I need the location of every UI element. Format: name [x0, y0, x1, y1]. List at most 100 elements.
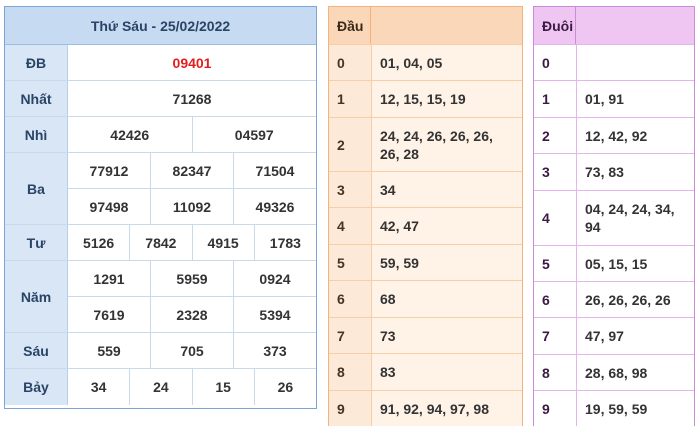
prize-line: 71268: [68, 81, 316, 116]
dau-numbers: 91, 92, 94, 97, 98: [371, 391, 522, 426]
prize-label: Nhất: [5, 81, 68, 116]
prize-row: Bảy 34 24 15 26: [5, 369, 316, 405]
duoi-digit: 2: [534, 118, 576, 153]
prize-numbers: 34 24 15 26: [68, 369, 316, 405]
prize-number: 34: [90, 379, 107, 395]
dau-row: 3 34: [329, 171, 522, 207]
duoi-numbers: 28, 68, 98: [576, 355, 694, 390]
prize-row: Nhì 42426 04597: [5, 117, 316, 153]
dau-numbers: 59, 59: [371, 245, 522, 280]
dau-header-label: Đầu: [329, 7, 371, 44]
duoi-row: 7 47, 97: [534, 317, 694, 354]
duoi-digit: 3: [534, 154, 576, 190]
prize-line: 7619 2328 5394: [68, 296, 316, 332]
duoi-digit: 6: [534, 282, 576, 317]
prize-number: 705: [150, 333, 233, 368]
prize-label: Bảy: [5, 369, 68, 405]
prize-label: ĐB: [5, 45, 68, 80]
dau-row: 9 91, 92, 94, 97, 98: [329, 390, 522, 426]
dau-row: 1 12, 15, 15, 19: [329, 80, 522, 117]
dau-numbers: 01, 04, 05: [371, 45, 522, 80]
dau-digit: 3: [329, 172, 371, 207]
prize-number: 1291: [93, 270, 125, 287]
dau-digit: 4: [329, 208, 371, 244]
prize-label: Sáu: [5, 333, 68, 368]
prize-line: 77912 82347 71504: [68, 153, 316, 188]
dau-numbers: 12, 15, 15, 19: [371, 81, 522, 117]
prize-row: ĐB 09401: [5, 45, 316, 81]
prize-label: Tư: [5, 225, 68, 260]
duoi-row: 3 73, 83: [534, 153, 694, 190]
dau-digit: 6: [329, 281, 371, 317]
prize-numbers: 5126 7842 4915 1783: [68, 225, 316, 260]
dau-digit: 0: [329, 45, 371, 80]
duoi-numbers: 26, 26, 26, 26: [576, 282, 694, 317]
prize-row: Tư 5126 7842 4915 1783: [5, 225, 316, 261]
prize-numbers: 1291 5959 0924 7619 2328 5394: [68, 261, 316, 332]
duoi-numbers: 05, 15, 15: [576, 246, 694, 281]
dau-digit: 8: [329, 354, 371, 390]
duoi-header: Đuôi: [534, 7, 694, 44]
duoi-digit: 1: [534, 81, 576, 117]
dau-row: 5 59, 59: [329, 244, 522, 280]
prize-line: 97498 11092 49326: [68, 188, 316, 224]
dau-numbers: 34: [371, 172, 522, 207]
prize-number: 97498: [89, 198, 129, 215]
duoi-row: 2 12, 42, 92: [534, 117, 694, 153]
duoi-numbers: 12, 42, 92: [576, 118, 694, 153]
prize-number: 2328: [150, 297, 233, 332]
duoi-digit: 5: [534, 246, 576, 281]
dau-row: 0 01, 04, 05: [329, 44, 522, 80]
prize-number: 7842: [129, 225, 191, 260]
dau-numbers: 83: [371, 354, 522, 390]
results-title: Thứ Sáu - 25/02/2022: [5, 7, 316, 45]
duoi-row: 8 28, 68, 98: [534, 354, 694, 390]
prize-number: 04597: [191, 117, 317, 152]
prize-line: 559 705 373: [68, 333, 316, 368]
prize-row: Sáu 559 705 373: [5, 333, 316, 369]
prize-number: 5126: [83, 234, 115, 251]
duoi-digit: 0: [534, 45, 576, 80]
dau-digit: 1: [329, 81, 371, 117]
dau-digit: 2: [329, 118, 371, 171]
prize-number: 7619: [93, 306, 125, 323]
prize-label: Nhì: [5, 117, 68, 152]
dau-numbers: 24, 24, 26, 26, 26, 26, 28: [371, 118, 522, 171]
dau-digit: 7: [329, 318, 371, 353]
dau-digit: 5: [329, 245, 371, 280]
duoi-numbers: 01, 91: [576, 81, 694, 117]
prize-number: 42426: [110, 126, 150, 143]
duoi-row: 6 26, 26, 26, 26: [534, 281, 694, 317]
duoi-header-label: Đuôi: [534, 7, 576, 44]
dau-row: 7 73: [329, 317, 522, 353]
duoi-body: 0 1 01, 91 2 12, 42, 92 3 73, 83 4 04, 24, 24, 3…: [534, 44, 694, 426]
prize-numbers: 42426 04597: [68, 117, 316, 152]
prize-numbers: 77912 82347 71504 97498 11092 49326: [68, 153, 316, 224]
prize-number: 0924: [233, 261, 316, 296]
duoi-row: 0: [534, 44, 694, 80]
dau-numbers: 42, 47: [371, 208, 522, 244]
results-table: Thứ Sáu - 25/02/2022 ĐB 09401 Nhất 71268 Nhì…: [4, 6, 317, 409]
dau-numbers: 73: [371, 318, 522, 353]
prize-number: 1783: [253, 225, 316, 260]
duoi-header-blank: [576, 7, 694, 44]
dau-row: 8 83: [329, 353, 522, 390]
prize-number: 5959: [150, 261, 233, 296]
duoi-row: 4 04, 24, 24, 34, 94: [534, 190, 694, 245]
prize-number: 26: [253, 369, 316, 405]
duoi-numbers: 47, 97: [576, 318, 694, 354]
prize-number: 82347: [150, 153, 233, 188]
duoi-digit: 9: [534, 391, 576, 426]
prize-line: 34 24 15 26: [68, 369, 316, 405]
dau-body: 0 01, 04, 05 1 12, 15, 15, 19 2 24, 24, 26, 2…: [329, 44, 522, 426]
prize-line: 09401: [68, 45, 316, 80]
duoi-digit: 4: [534, 191, 576, 245]
dau-row: 2 24, 24, 26, 26, 26, 26, 28: [329, 117, 522, 171]
prize-number: 11092: [150, 189, 233, 224]
duoi-numbers: [576, 45, 694, 80]
dau-row: 4 42, 47: [329, 207, 522, 244]
prize-number: 5394: [233, 297, 316, 332]
special-prize-number: 09401: [172, 54, 212, 71]
dau-table: Đầu 0 01, 04, 05 1 12, 15, 15, 19 2 24, 24, 2…: [328, 6, 523, 426]
dau-header-blank: [371, 7, 522, 44]
